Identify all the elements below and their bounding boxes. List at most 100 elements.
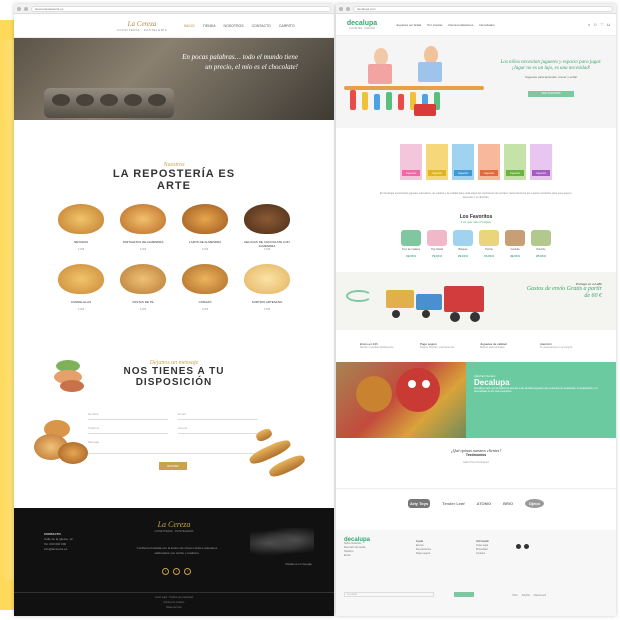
product-image[interactable] xyxy=(505,230,525,246)
instagram-icon[interactable] xyxy=(524,544,529,549)
favorites-section: Los Favoritos Los que más triunfan Tren … xyxy=(336,214,616,258)
product-image[interactable] xyxy=(453,230,473,246)
product-card[interactable]: Tipi infantil 79,00 € xyxy=(427,230,447,258)
send-button[interactable]: ENVIAR xyxy=(159,462,187,470)
product-card[interactable]: Cocinita 49,00 € xyxy=(505,230,525,258)
site-logo[interactable]: La Cereza CONFITERIA · PASTELERÍA xyxy=(110,20,174,32)
window-dot-icon[interactable] xyxy=(17,6,21,11)
product-name[interactable]: CORAZÓ xyxy=(177,300,233,308)
site-logo[interactable]: decalupa JUGUETES · ALEGRÍA xyxy=(342,20,382,30)
product-card[interactable]: Tren de madera 19,00 € xyxy=(401,230,421,258)
product-image[interactable] xyxy=(244,204,290,234)
category-tile[interactable]: Juguetes xyxy=(530,144,552,180)
facebook-icon[interactable] xyxy=(516,544,521,549)
logo-subtitle: CONFITERIA · PASTELERÍA xyxy=(116,27,168,32)
newsletter-input[interactable]: Tu email xyxy=(344,592,434,597)
category-label: Juguetes xyxy=(428,170,446,176)
footer-link[interactable]: Cookies xyxy=(476,552,516,556)
product-card[interactable]: CANDELILLAS 0,00€ xyxy=(53,264,109,324)
site-footer: decalupa Sobre Nosotros Dirección de tie… xyxy=(336,530,616,616)
product-image[interactable] xyxy=(479,230,499,246)
menu-item-marcas[interactable]: Por marcas xyxy=(427,23,442,27)
product-card[interactable]: LAZOS DE ALMENDRA 0,00€ xyxy=(177,204,233,264)
product-image[interactable] xyxy=(58,204,104,234)
product-image[interactable] xyxy=(531,230,551,246)
pastry-image-right xyxy=(247,427,308,480)
product-image[interactable] xyxy=(401,230,421,246)
product-card[interactable]: PASTAS DE TÉ 0,00€ xyxy=(115,264,171,324)
hero-banner: Los niños necesitan juguetes y espacio p… xyxy=(336,36,616,128)
product-card[interactable]: SURTIDO ARTESANO 0,00€ xyxy=(239,264,295,324)
product-card[interactable]: TARTALETAS DE ALMENDRA 0,00€ xyxy=(115,204,171,264)
product-card[interactable]: Puzzle 15,00 € xyxy=(479,230,499,258)
product-image[interactable] xyxy=(182,204,228,234)
instagram-icon[interactable]: i xyxy=(184,568,191,575)
brand-logo[interactable]: ATOMO xyxy=(477,501,492,506)
brand-logo[interactable]: Tender Leaf xyxy=(442,501,464,506)
product-name[interactable]: NEVADAS xyxy=(53,240,109,248)
product-card[interactable]: NEVADAS 0,00€ xyxy=(53,204,109,264)
product-image[interactable] xyxy=(58,264,104,294)
shipping-promo-banner[interactable]: Entrega en 24-48h Gastos de envío Gratis… xyxy=(336,272,616,330)
product-name[interactable]: SURTIDO ARTESANO xyxy=(239,300,295,308)
product-card[interactable]: Bloques 29,00 € xyxy=(453,230,473,258)
hero-button[interactable]: VER JUGUETES xyxy=(528,91,574,97)
category-tile[interactable]: Juguetes xyxy=(478,144,500,180)
menu-item-contacto[interactable]: CONTACTO xyxy=(252,24,271,28)
product-name[interactable]: TARTALETAS DE ALMENDRA xyxy=(115,240,171,248)
menu-item-novedades[interactable]: Novedades xyxy=(479,23,494,27)
menu-item-carrito[interactable]: CARRITO xyxy=(279,24,295,28)
window-dot-icon[interactable] xyxy=(24,6,28,11)
user-icon[interactable]: ☺ xyxy=(593,22,597,27)
email-field[interactable]: Email xyxy=(178,412,258,420)
product-image[interactable] xyxy=(427,230,447,246)
menu-item-inicio[interactable]: INICIO xyxy=(184,24,195,28)
menu-item-recomendaciones[interactable]: Recomendaciones xyxy=(449,23,474,27)
newsletter-button[interactable] xyxy=(454,592,474,597)
message-field[interactable]: Mensaje xyxy=(88,440,258,454)
footer-link[interactable]: Mapa del sitio xyxy=(14,605,334,610)
product-name[interactable]: DELICIAS DE CHOCOLATE CON ALMENDRA xyxy=(239,240,295,248)
testimonials-title: Testimonios xyxy=(465,452,487,457)
menu-item-tienda[interactable]: TIENDA xyxy=(203,24,216,28)
facebook-icon[interactable]: f xyxy=(162,568,169,575)
product-price: 0,00€ xyxy=(201,308,209,311)
footer-link[interactable]: Pago seguro xyxy=(416,552,466,556)
address-bar[interactable]: lacerezapasteleria.es xyxy=(31,5,331,12)
address-bar[interactable]: decalupa.com xyxy=(353,5,613,12)
product-card[interactable]: CORAZÓ 0,00€ xyxy=(177,264,233,324)
twitter-icon[interactable]: t xyxy=(173,568,180,575)
brand-logo[interactable]: BRIO xyxy=(503,501,513,506)
product-price: 0,00€ xyxy=(263,308,271,311)
product-card[interactable]: DELICIAS DE CHOCOLATE CON ALMENDRA 0,00€ xyxy=(239,204,295,264)
brand-logo[interactable]: Arty Toys xyxy=(408,498,431,508)
screenshot: lacerezapasteleria.es La Cereza CONFITER… xyxy=(0,0,620,620)
cart-icon[interactable]: ⊔ xyxy=(607,22,610,27)
product-image[interactable] xyxy=(120,264,166,294)
name-field[interactable]: Nombre xyxy=(88,412,168,420)
brand-logo[interactable]: Djeco xyxy=(525,498,544,508)
product-name[interactable]: LAZOS DE ALMENDRA xyxy=(177,240,233,248)
hero-quote: En pocas palabras… todo el mundo tiene u… xyxy=(182,53,298,71)
map-label[interactable]: Visítanos en Google xyxy=(285,562,312,567)
menu-item-nosotros[interactable]: NOSOTROS xyxy=(224,24,244,28)
search-icon[interactable]: ⌕ xyxy=(588,22,590,27)
product-name[interactable]: PASTAS DE TÉ xyxy=(115,300,171,308)
category-tile[interactable]: Juguetes xyxy=(400,144,422,180)
category-tile[interactable]: Juguetes xyxy=(452,144,474,180)
product-image[interactable] xyxy=(120,204,166,234)
window-dot-icon[interactable] xyxy=(346,6,350,11)
subject-field[interactable]: Asunto xyxy=(178,426,258,434)
menu-item-edad[interactable]: Juguetes por Edad xyxy=(396,23,421,27)
category-tile[interactable]: Juguetes xyxy=(426,144,448,180)
product-image[interactable] xyxy=(244,264,290,294)
phone-field[interactable]: Teléfono xyxy=(88,426,168,434)
product-card[interactable]: Peluche 25,00 € xyxy=(531,230,551,258)
window-dot-icon[interactable] xyxy=(339,6,343,11)
heart-icon[interactable]: ♡ xyxy=(600,22,604,27)
footer-contact-line[interactable]: info@lacereza.es xyxy=(44,547,114,552)
category-tile[interactable]: Juguetes xyxy=(504,144,526,180)
product-name[interactable]: CANDELILLAS xyxy=(53,300,109,308)
product-image[interactable] xyxy=(182,264,228,294)
world-map-image[interactable] xyxy=(250,528,314,558)
